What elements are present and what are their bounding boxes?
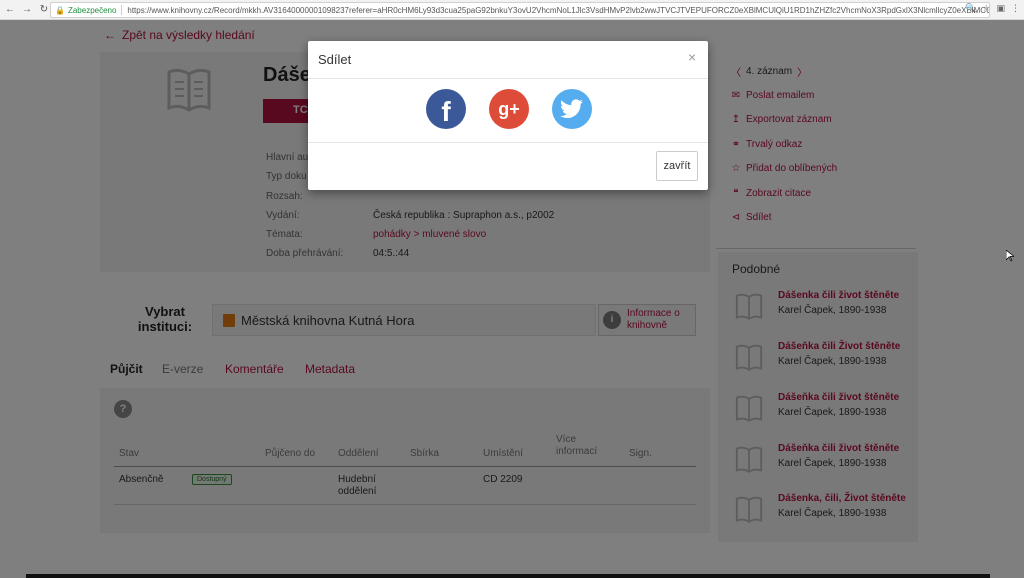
lock-icon: 🔒 bbox=[55, 5, 65, 15]
google-plus-icon: g+ bbox=[498, 98, 520, 119]
share-dialog: Sdílet × f g+ zavřít bbox=[308, 41, 708, 190]
secure-label: Zabezpečeno bbox=[67, 5, 117, 15]
close-button[interactable]: zavřít bbox=[656, 151, 698, 181]
twitter-share-button[interactable] bbox=[552, 89, 592, 129]
facebook-icon: f bbox=[441, 96, 451, 127]
twitter-icon bbox=[560, 99, 583, 119]
divider bbox=[308, 78, 708, 79]
extension-icon[interactable]: ▣ bbox=[996, 3, 1005, 14]
url-text: https://www.knihovny.cz/Record/mkkh.AV31… bbox=[127, 5, 989, 15]
back-arrow-icon[interactable]: ← bbox=[3, 3, 17, 17]
menu-icon[interactable]: ⋮ bbox=[1011, 3, 1020, 14]
dialog-title: Sdílet bbox=[318, 52, 352, 67]
divider bbox=[121, 5, 123, 15]
star-icon[interactable]: ☆ bbox=[982, 3, 990, 14]
close-icon[interactable]: × bbox=[688, 49, 696, 65]
browser-actions: 🔍 ☆ ▣ ⋮ bbox=[965, 3, 1020, 14]
forward-arrow-icon[interactable]: → bbox=[20, 3, 34, 17]
browser-toolbar: ← → ↻ 🔒 Zabezpečeno https://www.knihovny… bbox=[0, 0, 1024, 20]
address-bar[interactable]: 🔒 Zabezpečeno https://www.knihovny.cz/Re… bbox=[50, 2, 990, 18]
facebook-share-button[interactable]: f bbox=[426, 89, 466, 129]
divider bbox=[308, 142, 708, 143]
mouse-cursor-icon bbox=[1006, 250, 1014, 262]
zoom-icon[interactable]: 🔍 bbox=[965, 3, 976, 14]
googleplus-share-button[interactable]: g+ bbox=[489, 89, 529, 129]
reload-icon[interactable]: ↻ bbox=[37, 3, 51, 17]
